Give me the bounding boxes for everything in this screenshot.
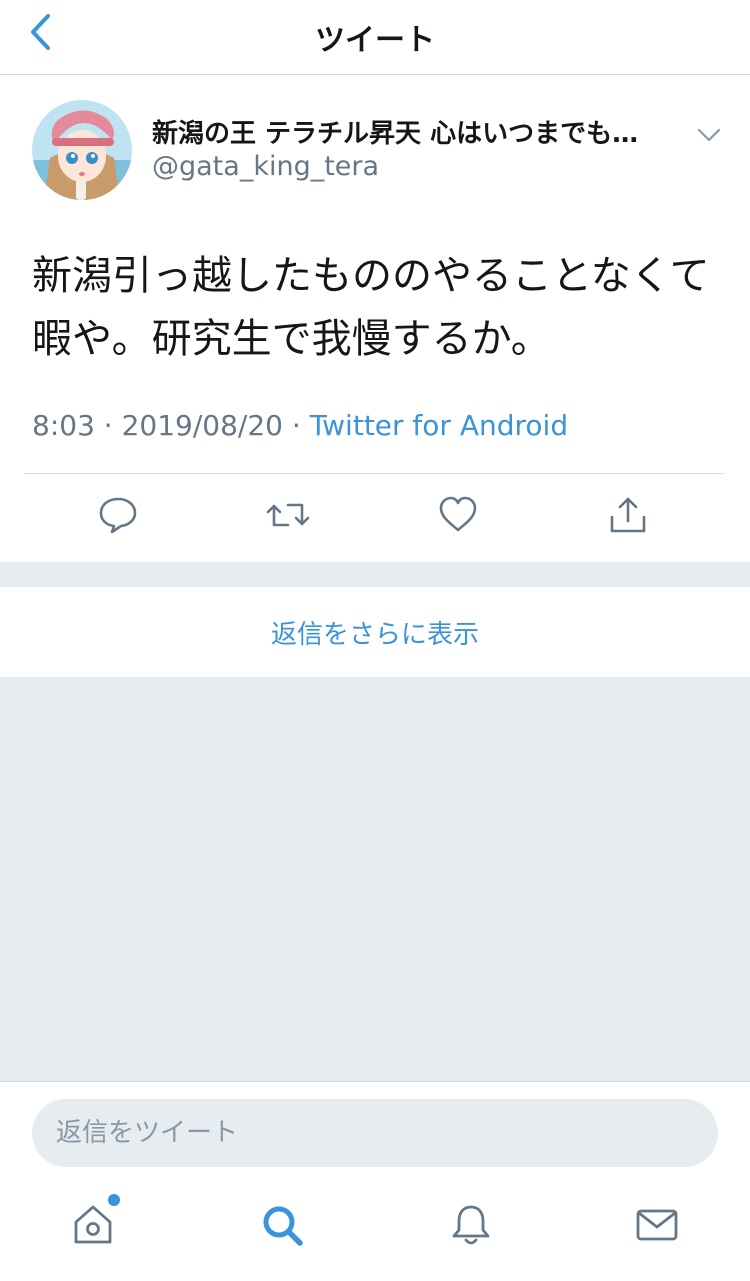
unread-dot	[108, 1194, 120, 1206]
tab-notifications[interactable]	[446, 1200, 496, 1250]
tweet-date: 2019/08/20	[121, 409, 283, 442]
retweet-icon	[266, 503, 310, 527]
reply-icon	[99, 497, 137, 534]
tab-messages[interactable]	[632, 1200, 682, 1250]
tweet-source-link[interactable]: Twitter for Android	[310, 409, 568, 442]
meta-separator: ·	[94, 409, 122, 442]
search-icon	[263, 1206, 303, 1246]
tab-search[interactable]	[257, 1200, 307, 1250]
like-button[interactable]	[434, 491, 482, 539]
share-icon	[610, 497, 646, 533]
share-button[interactable]	[604, 491, 652, 539]
tweet-detail: 新潟の王 テラチル昇天 心はいつまでも… @gata_king_tera 新潟引…	[0, 75, 750, 562]
chevron-left-icon	[31, 14, 50, 50]
tweet-options-button[interactable]	[694, 120, 724, 150]
meta-separator: ·	[282, 409, 310, 442]
avatar[interactable]	[32, 100, 132, 200]
avatar-image	[32, 100, 132, 200]
page-title: ツイート	[315, 23, 435, 58]
show-more-replies-button[interactable]: 返信をさらに表示	[0, 587, 750, 677]
chevron-down-icon	[697, 128, 721, 142]
tab-home[interactable]	[68, 1194, 120, 1250]
tweet-text: 新潟引っ越したもののやることなくて暇や。研究生で我慢するか。	[32, 253, 710, 362]
divider	[24, 473, 724, 474]
bottom-bar	[0, 1081, 750, 1281]
tweet-actions	[0, 491, 750, 547]
author-handle[interactable]: @gata_king_tera	[152, 151, 379, 182]
top-nav-bar: ツイート	[0, 0, 750, 75]
back-button[interactable]	[18, 10, 62, 54]
home-icon	[74, 1205, 112, 1244]
heart-icon	[439, 496, 477, 532]
tweet-time: 8:03	[32, 409, 95, 442]
retweet-button[interactable]	[264, 491, 312, 539]
tweet-meta: 8:03 · 2019/08/20 · Twitter for Android	[32, 409, 568, 442]
author-display-name[interactable]: 新潟の王 テラチル昇天 心はいつまでも…	[152, 113, 682, 150]
mail-icon	[636, 1209, 678, 1241]
bell-icon	[452, 1205, 490, 1245]
reply-button[interactable]	[94, 491, 142, 539]
reply-input[interactable]	[32, 1099, 718, 1167]
